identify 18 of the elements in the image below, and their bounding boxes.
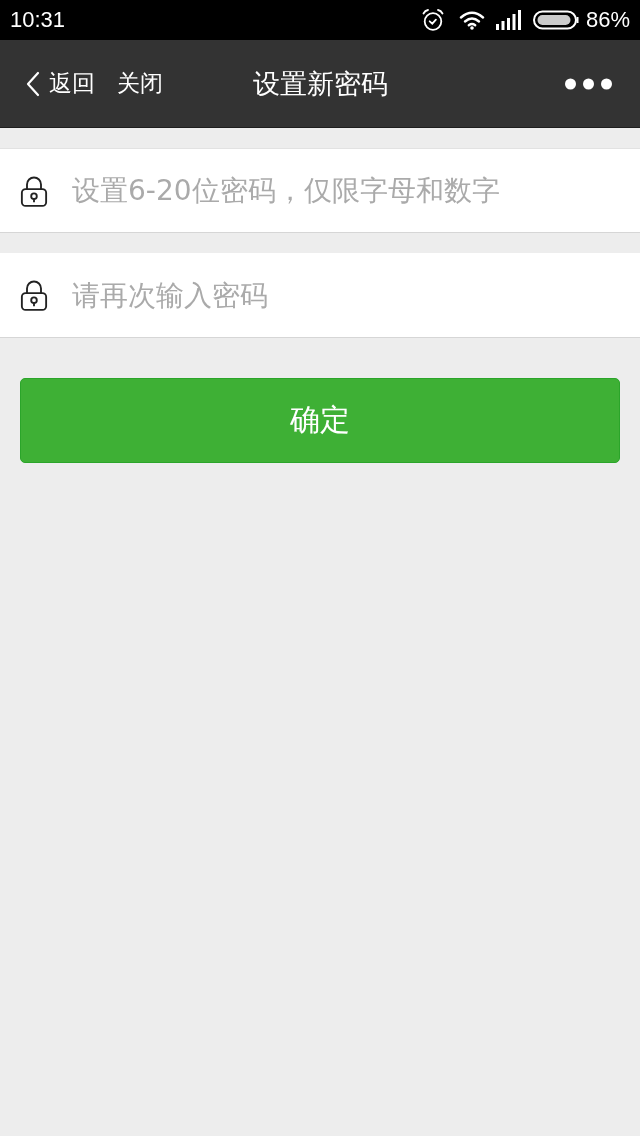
page-title: 设置新密码	[252, 66, 388, 101]
password-input[interactable]: 设置6-20位密码，仅限字母和数字	[72, 160, 620, 221]
signal-icon	[495, 10, 521, 30]
lock-icon	[20, 174, 48, 207]
password-field[interactable]: 设置6-20位密码，仅限字母和数字	[0, 148, 640, 233]
chevron-left-icon	[26, 70, 40, 97]
close-button[interactable]: 关闭	[117, 68, 163, 99]
back-button[interactable]: 返回	[26, 68, 95, 99]
battery-icon	[532, 10, 579, 30]
more-dots-icon	[565, 77, 612, 90]
lock-icon	[20, 279, 48, 311]
status-time: 10:31	[10, 7, 66, 33]
battery-percent: 86%	[585, 7, 630, 33]
wifi-icon	[458, 10, 485, 30]
alarm-clock-icon	[420, 8, 445, 32]
password-field[interactable]: 请再次输入密码	[0, 253, 640, 338]
password-input[interactable]: 请再次输入密码	[72, 265, 620, 325]
more-button[interactable]	[565, 77, 612, 90]
